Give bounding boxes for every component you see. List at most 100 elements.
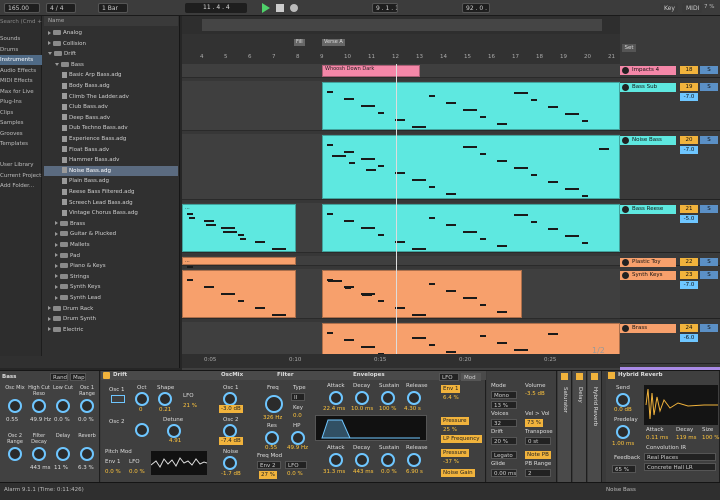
track-number[interactable]: 22 [680, 258, 698, 266]
browser-file[interactable]: Screech Lead Bass.adg [44, 198, 178, 209]
pitch-mod-lfo[interactable]: LFO [129, 459, 140, 465]
disclosure-open-icon[interactable] [55, 62, 59, 66]
browser-file[interactable]: Deep Bass.adv [44, 113, 178, 124]
midi-clip[interactable]: ... [182, 257, 296, 271]
track-header[interactable]: Plastic Toy 22 S [620, 256, 720, 267]
osc2-level-knob[interactable] [223, 424, 237, 438]
set-button[interactable]: Set [622, 44, 636, 52]
time-ruler[interactable]: 0:05 0:10 0:15 0:20 0:25 [182, 354, 622, 368]
loop-start-field[interactable]: 9 . 1 . 1 [372, 3, 398, 13]
browser-folder[interactable]: Analog [44, 28, 178, 39]
freq-mod-source2[interactable]: LFO [285, 461, 307, 469]
song-position[interactable]: 11 . 4 . 4 [185, 3, 247, 13]
legato-button[interactable]: Legato [491, 451, 517, 459]
mod-lp-frequency[interactable]: LP Frequency [441, 435, 482, 443]
disclosure-closed-icon[interactable] [55, 274, 58, 279]
solo-button[interactable]: S [700, 205, 718, 213]
env2-attack-knob[interactable] [329, 453, 343, 467]
place-item[interactable]: Clips [0, 108, 42, 118]
disclosure-closed-icon[interactable] [55, 242, 58, 247]
disclosure-open-icon[interactable] [48, 52, 52, 56]
record-icon[interactable] [290, 4, 298, 12]
beat-time-ruler[interactable]: Fill Verse A 4 5 6 7 8 9 10 11 12 13 14 15 16 17 18 19 2… [182, 34, 622, 64]
browser-folder[interactable]: Guitar & Plucked [44, 229, 178, 240]
env2-sustain-knob[interactable] [381, 453, 395, 467]
browser-folder[interactable]: Bass [44, 60, 178, 71]
browser-folder[interactable]: Pad [44, 251, 178, 262]
env2-release-knob[interactable] [407, 453, 421, 467]
track-header[interactable]: Synth Keys 23 S -7.0 [620, 269, 720, 319]
glide-value[interactable]: 0.00 ms [491, 469, 517, 477]
browser-file[interactable]: Basic Arp Bass.adg [44, 70, 178, 81]
browser-file[interactable]: Noise Bass.adg [44, 165, 178, 177]
play-icon[interactable] [262, 3, 270, 13]
mode-amount[interactable]: 13 % [491, 401, 517, 409]
saturator-device[interactable]: Saturator [558, 371, 572, 483]
track-number[interactable]: 20 [680, 136, 698, 144]
track-number[interactable]: 19 [680, 83, 698, 91]
place-item[interactable]: Sounds [0, 34, 42, 44]
noise-knob[interactable] [223, 456, 237, 470]
disclosure-closed-icon[interactable] [48, 41, 51, 46]
time-signature[interactable]: 4 / 4 [46, 3, 76, 13]
place-item[interactable]: Drums [0, 45, 42, 55]
browser-folder[interactable]: Brass [44, 219, 178, 230]
browser-folder[interactable]: Electric [44, 325, 178, 336]
mode-select[interactable]: Mono [491, 391, 517, 399]
track-volume[interactable]: -6.0 [680, 334, 698, 342]
shape-knob[interactable] [158, 392, 172, 406]
note-pb-button[interactable]: Note PB [525, 451, 551, 459]
macro-knob[interactable] [8, 447, 22, 461]
solo-button[interactable]: S [700, 136, 718, 144]
delay-power-icon[interactable] [576, 373, 583, 380]
saturator-power-icon[interactable] [561, 373, 568, 380]
browser-file[interactable]: Hammer Bass.adv [44, 155, 178, 166]
disclosure-closed-icon[interactable] [48, 306, 51, 311]
disclosure-closed-icon[interactable] [55, 231, 58, 236]
device-power-icon[interactable] [103, 372, 110, 379]
delay-device[interactable]: Delay [573, 371, 587, 483]
envelope-display[interactable] [315, 415, 427, 441]
place-item[interactable]: Templates [0, 139, 42, 149]
track-number[interactable]: 23 [680, 271, 698, 279]
browser-file[interactable]: Experience Bass.adg [44, 134, 178, 145]
disclosure-closed-icon[interactable] [55, 253, 58, 258]
map-button[interactable]: Map [70, 373, 86, 381]
track-fold-icon[interactable] [622, 272, 629, 279]
place-item[interactable]: Samples [0, 118, 42, 128]
mod-noise-gain[interactable]: Noise Gain [441, 469, 475, 477]
track-fold-icon[interactable] [622, 84, 629, 91]
place-item[interactable]: Grooves [0, 129, 42, 139]
browser-file[interactable]: Body Bass.adg [44, 81, 178, 92]
disclosure-closed-icon[interactable] [55, 263, 58, 268]
browser-file[interactable]: Float Bass.adv [44, 145, 178, 156]
track-number[interactable]: 18 [680, 66, 698, 74]
env2-decay-knob[interactable] [355, 453, 369, 467]
track-fold-icon[interactable] [622, 325, 629, 332]
browser-folder[interactable]: Mallets [44, 240, 178, 251]
ir-category-select[interactable]: Real Places [644, 453, 716, 461]
macro-knob[interactable] [80, 447, 94, 461]
place-item[interactable]: Audio Effects [0, 66, 42, 76]
disclosure-closed-icon[interactable] [48, 30, 51, 35]
browser-file[interactable]: Club Bass.adv [44, 102, 178, 113]
stop-icon[interactable] [276, 4, 284, 12]
osc1-oct-knob[interactable] [135, 392, 149, 406]
transpose-value[interactable]: 0 st [525, 437, 551, 445]
track-volume[interactable]: -5.0 [680, 215, 698, 223]
browser-folder[interactable]: Drift [44, 49, 178, 60]
pitch-mod-env[interactable]: Env 1 [105, 459, 120, 465]
hybrid-reverb-fold[interactable]: Hybrid Reverb [588, 371, 602, 483]
place-item[interactable] [0, 150, 42, 160]
tempo-field[interactable]: 165.00 [4, 3, 40, 13]
macro-knob[interactable] [56, 447, 70, 461]
filter-freq-knob[interactable] [265, 395, 283, 413]
place-item[interactable]: Instruments [0, 55, 42, 65]
env1-attack-knob[interactable] [329, 391, 343, 405]
hp-knob[interactable] [291, 431, 305, 445]
track-volume[interactable]: -7.0 [680, 281, 698, 289]
track-number[interactable]: 24 [680, 324, 698, 332]
browser-file[interactable]: Dub Techno Bass.adv [44, 123, 178, 134]
track-volume[interactable]: -7.0 [680, 146, 698, 154]
osc2-oct-knob[interactable] [135, 423, 149, 437]
